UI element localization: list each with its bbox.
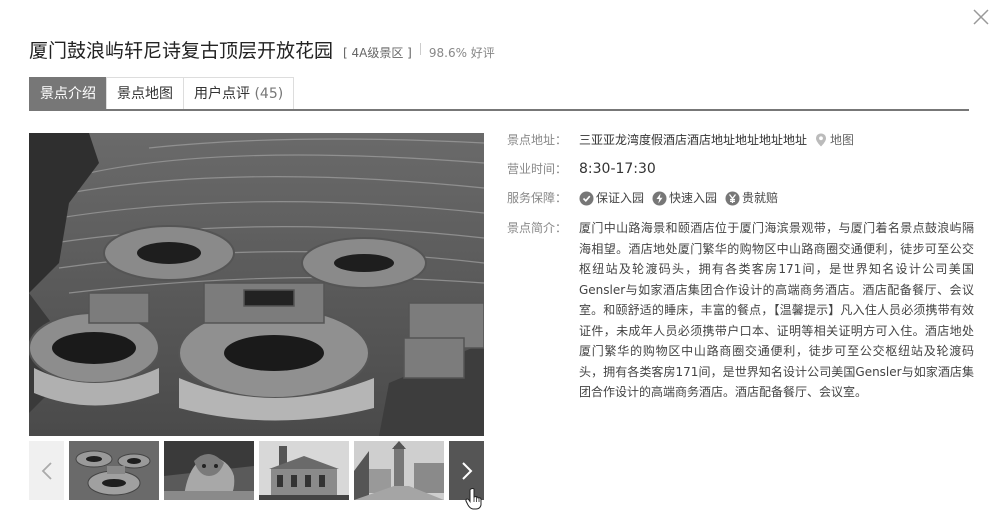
divider (419, 43, 421, 55)
thumbnail-strip (29, 441, 484, 500)
review-count: (45) (254, 86, 284, 102)
chevron-right-icon (461, 461, 472, 480)
hours-label: 营业时间： (507, 162, 568, 176)
title-row: 厦门鼓浪屿轩尼诗复古顶层开放花园 [ 4A级景区 ] 98.6% 好评 (29, 36, 495, 62)
yuan-icon (725, 191, 740, 205)
tab-reviews-label: 用户点评 (194, 86, 250, 102)
service-fast-label: 快速入园 (669, 191, 718, 205)
hours-value: 8:30-17:30 (579, 161, 656, 177)
service-badge-fast: 快速入园 (652, 188, 717, 208)
tab-map[interactable]: 景点地图 (106, 77, 184, 109)
service-refund-label: 贵就赔 (742, 191, 779, 205)
next-button[interactable] (449, 441, 484, 500)
intro-label: 景点简介： (507, 221, 568, 235)
address-row: 景点地址： 三亚亚龙湾度假酒店酒店地址地址地址地址 地图 (507, 130, 854, 150)
map-link[interactable]: 地图 (815, 130, 854, 150)
shield-check-icon (579, 191, 594, 205)
thumbnail-3[interactable] (259, 441, 349, 500)
thumbnail-1[interactable] (69, 441, 159, 500)
address-value: 三亚亚龙湾度假酒店酒店地址地址地址地址 (579, 133, 808, 147)
service-badge-refund: 贵就赔 (725, 188, 778, 208)
thumbnail-2[interactable] (164, 441, 254, 500)
close-icon (973, 9, 989, 25)
tab-intro[interactable]: 景点介绍 (29, 77, 107, 109)
location-pin-icon (816, 133, 827, 147)
service-guarantee-label: 保证入园 (596, 191, 645, 205)
tab-bar: 景点介绍 景点地图 用户点评 (45) (29, 77, 969, 111)
thumbnail-4[interactable] (354, 441, 444, 500)
hours-row: 营业时间： 8:30-17:30 (507, 159, 656, 179)
fast-icon (652, 191, 667, 205)
grade-badge: [ 4A级景区 ] (343, 46, 412, 60)
close-button[interactable] (972, 8, 990, 26)
address-label: 景点地址： (507, 133, 568, 147)
tab-map-label: 景点地图 (117, 86, 173, 102)
service-label: 服务保障： (507, 191, 568, 205)
tab-intro-label: 景点介绍 (40, 86, 96, 102)
service-row: 服务保障： 保证入园 快速入园 贵就赔 (507, 188, 786, 208)
prev-button[interactable] (29, 441, 64, 500)
intro-text: 厦门中山路海景和颐酒店位于厦门海滨景观带，与厦门着名景点鼓浪屿隔海相望。酒店地处… (579, 221, 974, 399)
service-badge-guarantee: 保证入园 (579, 188, 644, 208)
page-title: 厦门鼓浪屿轩尼诗复古顶层开放花园 (29, 40, 334, 62)
map-link-label: 地图 (830, 133, 855, 147)
rating-text: 98.6% 好评 (428, 46, 495, 60)
main-photo (29, 133, 484, 436)
chevron-left-icon (41, 461, 52, 480)
tab-reviews[interactable]: 用户点评 (45) (183, 77, 295, 109)
intro-row: 景点简介： 厦门中山路海景和颐酒店位于厦门海滨景观带，与厦门着名景点鼓浪屿隔海相… (507, 218, 974, 403)
